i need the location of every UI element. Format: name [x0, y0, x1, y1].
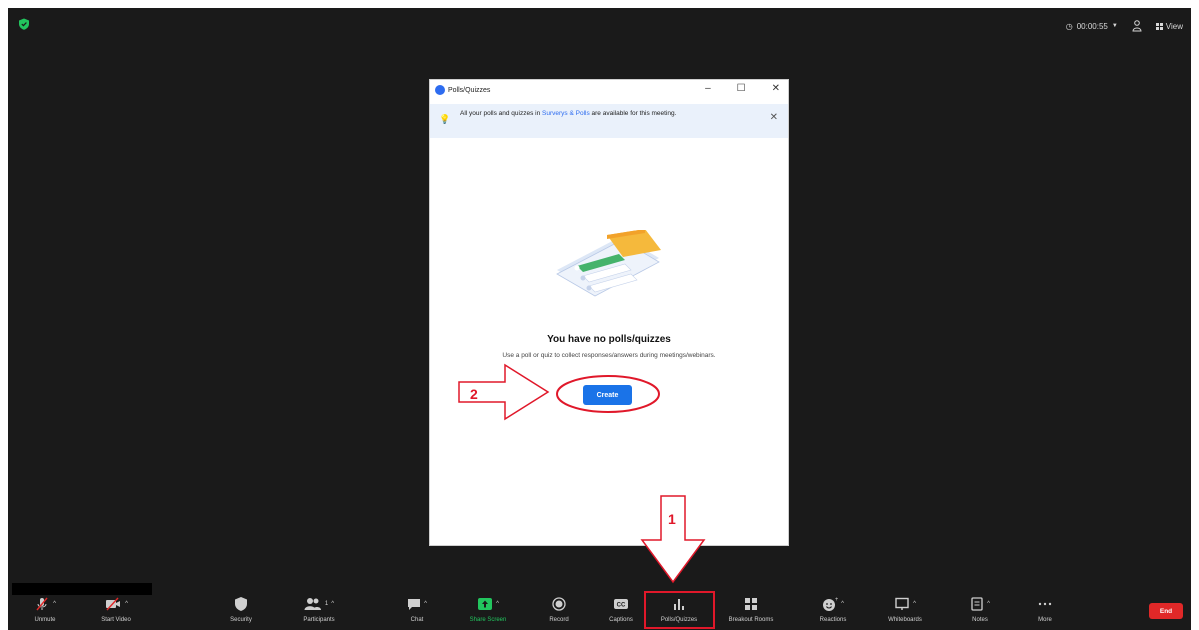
- participant-count: 1: [324, 601, 329, 607]
- caret-up-icon[interactable]: ^: [125, 601, 128, 607]
- create-button[interactable]: Create: [583, 385, 632, 405]
- window-controls: – ☐ ✕: [705, 83, 780, 94]
- info-text-prefix: All your polls and quizzes in: [460, 110, 541, 117]
- empty-state-subtitle: Use a poll or quiz to collect responses/…: [502, 352, 716, 359]
- video-off-icon: [106, 597, 121, 611]
- app-logo-icon: [435, 85, 445, 95]
- notes-icon: [971, 597, 983, 611]
- meeting-toolbar: ^ Unmute ^ Start Video Security 1 ^ Part…: [8, 592, 1191, 630]
- polls-icon: [674, 599, 684, 610]
- dialog-title: Polls/Quizzes: [448, 86, 491, 94]
- lightbulb-icon: 💡: [439, 114, 451, 124]
- caret-up-icon[interactable]: ^: [913, 601, 916, 607]
- record-button[interactable]: Record: [528, 596, 590, 623]
- participants-icon: [304, 598, 321, 610]
- start-video-button[interactable]: ^ Start Video: [85, 596, 147, 623]
- chat-button[interactable]: ^ Chat: [386, 596, 448, 623]
- shield-icon: [235, 597, 247, 611]
- toolbar-label: Breakout Rooms: [728, 617, 774, 623]
- toolbar-label: Polls/Quizzes: [660, 617, 698, 623]
- svg-text:CC: CC: [617, 603, 626, 609]
- info-text-suffix: are available for this meeting.: [591, 110, 677, 117]
- toolbar-label: Chat: [410, 617, 424, 623]
- caret-up-icon[interactable]: ^: [496, 601, 499, 607]
- toolbar-label: Share Screen: [469, 617, 507, 623]
- toolbar-label: Start Video: [101, 617, 131, 623]
- toolbar-label: Record: [549, 617, 569, 623]
- mic-muted-icon: [36, 597, 48, 611]
- captions-icon: CC: [614, 599, 628, 609]
- close-icon[interactable]: ✕: [772, 83, 780, 94]
- toolbar-label: Captions: [609, 617, 633, 623]
- whiteboard-icon: [895, 597, 909, 610]
- close-banner-icon[interactable]: ✕: [770, 113, 778, 123]
- dialog-titlebar: Polls/Quizzes – ☐ ✕: [430, 80, 788, 100]
- chevron-down-icon: ▼: [1111, 23, 1118, 29]
- toolbar-label: Reactions: [819, 617, 847, 623]
- toolbar-label: Whiteboards: [888, 617, 922, 623]
- whiteboards-button[interactable]: ^ Whiteboards: [874, 596, 936, 623]
- more-button[interactable]: More: [1014, 596, 1076, 623]
- caret-up-icon[interactable]: ^: [331, 601, 334, 607]
- caret-up-icon[interactable]: ^: [53, 601, 56, 607]
- top-right-controls: ◷ 00:00:55 ▼ View: [1066, 20, 1183, 32]
- minimize-icon[interactable]: –: [705, 83, 711, 94]
- unmute-button[interactable]: ^ Unmute: [14, 596, 76, 623]
- meeting-timer[interactable]: ◷ 00:00:55 ▼: [1066, 22, 1118, 31]
- toolbar-label: Notes: [972, 617, 988, 623]
- captions-button[interactable]: CC Captions: [590, 596, 652, 623]
- breakout-rooms-button[interactable]: Breakout Rooms: [720, 596, 782, 623]
- participants-button[interactable]: 1 ^ Participants: [288, 596, 350, 623]
- caret-up-icon[interactable]: ^: [987, 601, 990, 607]
- maximize-icon[interactable]: ☐: [737, 83, 746, 94]
- encryption-shield-icon[interactable]: [18, 18, 30, 30]
- security-button[interactable]: Security: [210, 596, 272, 623]
- more-icon: [1038, 602, 1052, 606]
- share-screen-button[interactable]: ^ Share Screen: [457, 596, 519, 623]
- end-meeting-button[interactable]: End: [1149, 603, 1183, 619]
- share-screen-icon: [478, 598, 493, 610]
- person-icon[interactable]: [1132, 20, 1142, 32]
- polls-illustration: [556, 230, 661, 297]
- toolbar-label: Security: [230, 617, 252, 623]
- caret-up-icon[interactable]: ^: [424, 601, 427, 607]
- notes-button[interactable]: ^ Notes: [949, 596, 1011, 623]
- reactions-button[interactable]: + ^ Reactions: [802, 596, 864, 623]
- surveys-polls-link[interactable]: Surverys & Polls: [542, 110, 590, 117]
- svg-text:+: +: [835, 597, 838, 603]
- toolbar-label: Participants: [303, 617, 335, 623]
- chat-icon: [408, 599, 421, 610]
- polls-quizzes-button[interactable]: Polls/Quizzes: [648, 596, 710, 623]
- reactions-icon: +: [823, 597, 838, 611]
- timer-text: 00:00:55: [1076, 21, 1108, 31]
- polls-quizzes-dialog: Polls/Quizzes – ☐ ✕ 💡 All your polls and…: [429, 79, 789, 546]
- grid-icon: [1155, 22, 1163, 30]
- info-banner: 💡 All your polls and quizzes in Surverys…: [430, 104, 788, 138]
- view-label: View: [1165, 21, 1183, 31]
- empty-state-title: You have no polls/quizzes: [547, 334, 671, 345]
- caret-up-icon[interactable]: ^: [841, 601, 844, 607]
- clock-icon: ◷: [1065, 21, 1073, 31]
- record-icon: [552, 597, 566, 611]
- view-button[interactable]: View: [1155, 21, 1183, 31]
- toolbar-label: Unmute: [34, 617, 56, 623]
- toolbar-label: More: [1038, 617, 1052, 623]
- breakout-icon: [745, 598, 757, 610]
